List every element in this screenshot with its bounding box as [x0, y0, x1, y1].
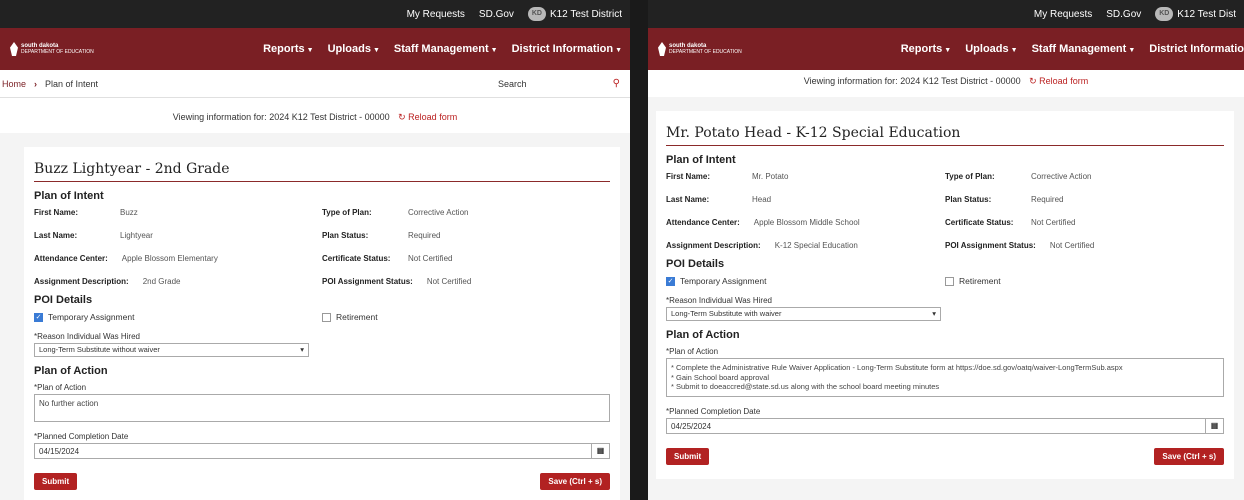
calendar-icon[interactable]: ▦: [591, 444, 609, 458]
save-button[interactable]: Save (Ctrl + s): [1154, 447, 1224, 465]
page-title: Mr. Potato Head - K-12 Special Education: [666, 125, 1224, 146]
chevron-down-icon: ▼: [944, 47, 952, 54]
reload-form-link[interactable]: ↻ Reload form: [1029, 76, 1088, 86]
section-plan-of-action: Plan of Action: [34, 365, 108, 377]
avatar: KD: [527, 7, 546, 21]
main-navbar: south dakota DEPARTMENT OF EDUCATION Repo…: [0, 28, 630, 70]
chevron-down-icon: ▼: [1128, 47, 1136, 54]
checkbox-checked-icon: ✓: [666, 276, 675, 286]
nav-staff-management[interactable]: Staff Management ▼: [394, 43, 498, 55]
district-name: K12 Test Dist: [1177, 8, 1236, 20]
my-requests-link[interactable]: My Requests: [407, 9, 465, 20]
top-utility-bar: My Requests SD.Gov KD K12 Test Dist: [648, 0, 1244, 28]
certificate-status-value: Not Certified: [408, 254, 453, 263]
submit-button[interactable]: Submit: [34, 473, 78, 490]
search-icon[interactable]: ⚲: [613, 78, 620, 89]
section-plan-of-intent: Plan of Intent: [666, 154, 736, 166]
breadcrumb: Home › Plan of Intent Search ⚲: [0, 70, 630, 98]
poi-form: Mr. Potato Head - K-12 Special Education…: [656, 111, 1234, 479]
section-poi-details: POI Details: [666, 258, 725, 270]
poi-assignment-status-value: Not Certified: [1049, 241, 1095, 250]
submit-button[interactable]: Submit: [666, 447, 710, 465]
my-requests-link[interactable]: My Requests: [1034, 9, 1092, 20]
chevron-down-icon: ▼: [490, 47, 498, 54]
nav-uploads[interactable]: Uploads ▼: [965, 43, 1017, 55]
sd-gov-link[interactable]: SD.Gov: [1106, 9, 1141, 20]
window-divider: [630, 0, 648, 500]
chevron-down-icon: ▼: [615, 47, 622, 54]
sd-logo-icon: [10, 42, 18, 56]
temporary-assignment-checkbox[interactable]: ✓ Temporary Assignment: [34, 312, 322, 322]
last-name-value: Head: [752, 195, 772, 204]
attendance-center-value: Apple Blossom Middle School: [753, 218, 860, 227]
retirement-checkbox[interactable]: Retirement: [322, 312, 610, 322]
section-plan-of-intent: Plan of Intent: [34, 190, 104, 202]
reload-form-link[interactable]: ↻ Reload form: [398, 112, 457, 122]
first-name-value: Buzz: [120, 208, 138, 217]
type-of-plan-value: Corrective Action: [1031, 172, 1092, 181]
type-of-plan-value: Corrective Action: [408, 208, 469, 217]
nav-reports[interactable]: Reports ▼: [901, 43, 952, 55]
chevron-down-icon: ▾: [932, 309, 936, 318]
right-window: My Requests SD.Gov KD K12 Test Dist sout…: [648, 0, 1244, 500]
chevron-down-icon: ▼: [306, 47, 314, 54]
retirement-checkbox[interactable]: Retirement: [945, 276, 1224, 286]
poi-assignment-status-value: Not Certified: [426, 277, 472, 286]
main-navbar: south dakota DEPARTMENT OF EDUCATION Repo…: [648, 28, 1244, 70]
brand-logo[interactable]: south dakota DEPARTMENT OF EDUCATION: [0, 42, 200, 56]
sd-gov-link[interactable]: SD.Gov: [479, 9, 514, 20]
planned-completion-date-field[interactable]: 04/15/2024 ▦: [34, 443, 610, 459]
calendar-icon[interactable]: ▦: [1205, 418, 1223, 433]
checkbox-empty-icon: [945, 276, 954, 286]
nav-district-information[interactable]: District Information ▼: [512, 43, 622, 55]
certificate-status-value: Not Certified: [1031, 218, 1076, 227]
plan-of-action-textarea[interactable]: No further action: [34, 394, 610, 422]
nav-reports[interactable]: Reports ▼: [263, 43, 314, 55]
plan-status-value: Required: [1031, 195, 1064, 204]
chevron-right-icon: ›: [34, 78, 38, 89]
nav-district-information[interactable]: District Informatio: [1149, 43, 1244, 55]
viewing-info: Viewing information for: 2024 K12 Test D…: [0, 98, 630, 133]
temporary-assignment-checkbox[interactable]: ✓ Temporary Assignment: [666, 276, 945, 286]
chevron-down-icon: ▼: [1010, 47, 1018, 54]
section-plan-of-action: Plan of Action: [666, 329, 740, 341]
checkbox-empty-icon: [322, 312, 331, 322]
avatar: KD: [1155, 7, 1174, 21]
sd-logo-icon: [658, 42, 666, 56]
planned-completion-date-field[interactable]: 04/25/2024 ▦: [666, 417, 1224, 434]
top-utility-bar: My Requests SD.Gov KD K12 Test District: [0, 0, 630, 28]
plan-status-value: Required: [408, 231, 441, 240]
nav-uploads[interactable]: Uploads ▼: [328, 43, 380, 55]
reason-hired-select[interactable]: Long-Term Substitute without waiver ▾: [34, 343, 309, 357]
chevron-down-icon: ▾: [300, 345, 304, 354]
attendance-center-value: Apple Blossom Elementary: [121, 254, 218, 263]
save-button[interactable]: Save (Ctrl + s): [540, 473, 610, 490]
breadcrumb-current: Plan of Intent: [45, 78, 99, 89]
search-input[interactable]: Search ⚲: [490, 78, 630, 89]
left-window: My Requests SD.Gov KD K12 Test District …: [0, 0, 630, 500]
breadcrumb-home[interactable]: Home: [2, 79, 26, 89]
section-poi-details: POI Details: [34, 294, 93, 306]
checkbox-checked-icon: ✓: [34, 312, 43, 322]
user-menu[interactable]: KD K12 Test Dist: [1155, 7, 1236, 21]
district-name: K12 Test District: [549, 8, 622, 20]
page-title: Buzz Lightyear - 2nd Grade: [34, 161, 610, 182]
first-name-value: Mr. Potato: [752, 172, 789, 181]
viewing-info: Viewing information for: 2024 K12 Test D…: [648, 70, 1244, 97]
chevron-down-icon: ▼: [372, 47, 380, 54]
reason-hired-select[interactable]: Long-Term Substitute with waiver ▾: [666, 307, 941, 321]
assignment-description-value: 2nd Grade: [142, 277, 181, 286]
assignment-description-value: K-12 Special Education: [774, 241, 858, 250]
brand-logo[interactable]: south dakota DEPARTMENT OF EDUCATION: [648, 42, 848, 56]
plan-of-action-textarea[interactable]: * Complete the Administrative Rule Waive…: [666, 358, 1224, 397]
nav-staff-management[interactable]: Staff Management ▼: [1032, 43, 1136, 55]
user-menu[interactable]: KD K12 Test District: [527, 7, 622, 21]
last-name-value: Lightyear: [120, 231, 153, 240]
poi-form: Buzz Lightyear - 2nd Grade Plan of Inten…: [24, 147, 620, 500]
